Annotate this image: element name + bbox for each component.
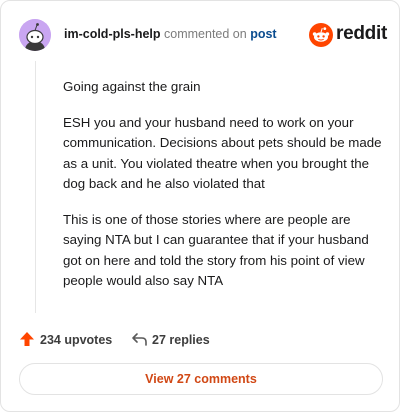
upvote-count: 234 upvotes bbox=[40, 333, 113, 347]
reddit-logo[interactable]: reddit bbox=[309, 23, 387, 47]
comment-body: Going against the grain ESH you and your… bbox=[63, 77, 385, 307]
comment-meta: im-cold-pls-help commented on post bbox=[64, 27, 277, 41]
post-link[interactable]: post bbox=[250, 27, 276, 41]
upvote-button[interactable]: 234 upvotes bbox=[19, 331, 112, 347]
comment-header: im-cold-pls-help commented on post reddi… bbox=[19, 19, 387, 51]
thread-line bbox=[35, 61, 36, 313]
action-text: commented on bbox=[164, 27, 247, 41]
comment-paragraph: ESH you and your husband need to work on… bbox=[63, 114, 382, 192]
comment-paragraph: This is one of those stories where are p… bbox=[63, 211, 369, 289]
view-comments-button[interactable]: View 27 comments bbox=[19, 363, 383, 395]
reddit-logo-icon bbox=[309, 23, 333, 47]
upvote-arrow-icon bbox=[20, 332, 34, 346]
comment-paragraph: Going against the grain bbox=[63, 79, 201, 94]
username-link[interactable]: im-cold-pls-help bbox=[64, 27, 161, 41]
reply-count: 27 replies bbox=[152, 333, 210, 347]
reddit-wordmark: reddit bbox=[336, 23, 387, 44]
snoo-avatar-icon[interactable] bbox=[19, 19, 51, 51]
replies-button[interactable]: 27 replies bbox=[131, 331, 210, 347]
reply-arrow-icon bbox=[132, 333, 147, 346]
comment-card: im-cold-pls-help commented on post reddi… bbox=[0, 0, 400, 412]
